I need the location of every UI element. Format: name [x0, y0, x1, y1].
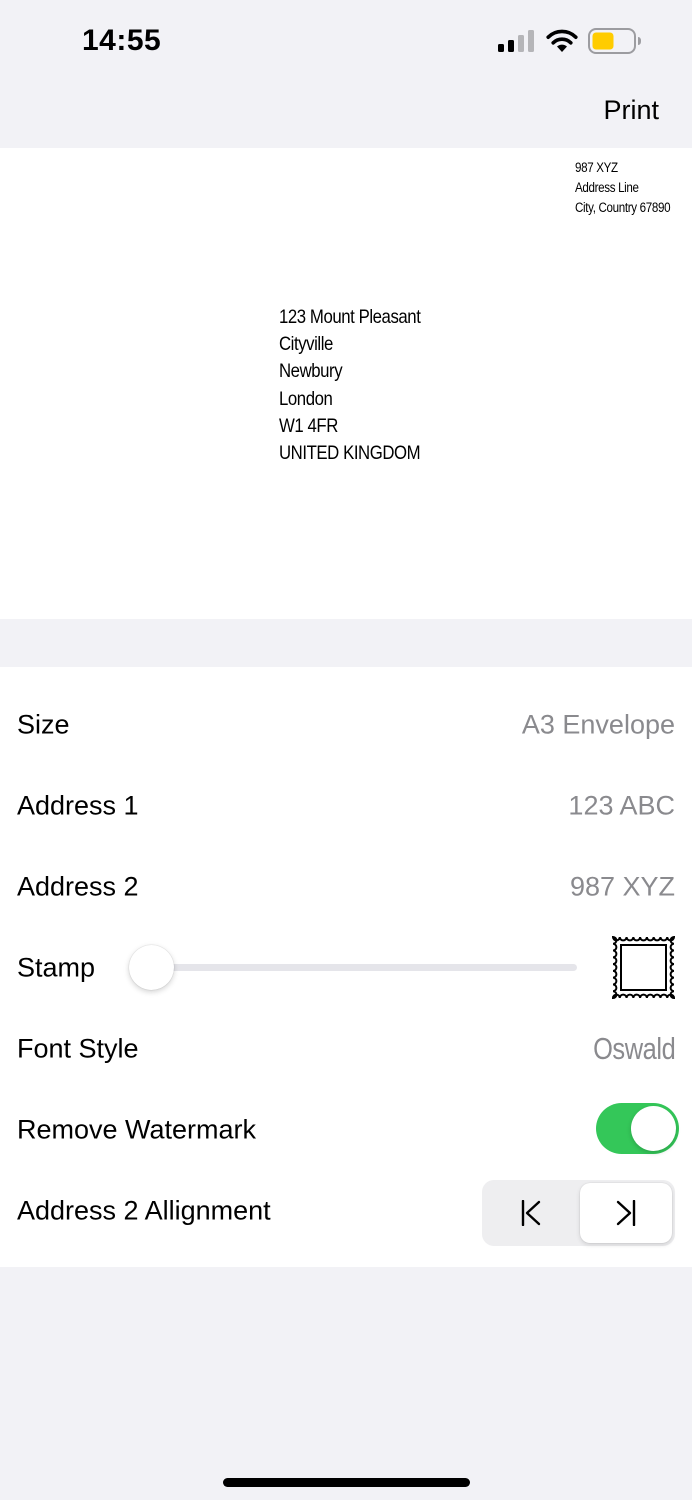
- align-right-segment[interactable]: [580, 1183, 672, 1243]
- settings-list: Size A3 Envelope Address 1 123 ABC Addre…: [0, 667, 692, 1267]
- status-time: 14:55: [82, 24, 162, 57]
- home-indicator: [223, 1478, 470, 1487]
- recipient-address-line: London: [279, 387, 333, 410]
- return-address: 987 XYZ Address Line City, Country 67890: [575, 158, 671, 218]
- return-address-line: Address Line: [575, 180, 639, 195]
- font-style-value[interactable]: Oswald: [593, 1031, 676, 1067]
- recipient-address-line: 123 Mount Pleasant: [279, 306, 421, 328]
- cellular-signal-icon: [498, 30, 534, 52]
- address1-label: Address 1: [17, 790, 139, 820]
- address2-label: Address 2: [17, 871, 139, 901]
- recipient-address: 123 Mount Pleasant Cityville Newbury Lon…: [279, 304, 421, 467]
- address2-row[interactable]: Address 2 987 XYZ: [0, 846, 692, 927]
- print-button[interactable]: Print: [603, 95, 659, 126]
- recipient-address-line: W1 4FR: [279, 414, 338, 437]
- remove-watermark-label: Remove Watermark: [17, 1114, 257, 1144]
- size-row[interactable]: Size A3 Envelope: [0, 684, 692, 765]
- stamp-row: Stamp: [0, 927, 692, 1008]
- address1-row[interactable]: Address 1 123 ABC: [0, 765, 692, 846]
- alignment-segmented-control: [482, 1180, 675, 1246]
- return-address-line: 987 XYZ: [575, 160, 618, 175]
- battery-level-fill: [592, 32, 614, 50]
- align-left-icon: [521, 1200, 541, 1226]
- align-left-segment[interactable]: [485, 1183, 577, 1243]
- stamp-slider-thumb[interactable]: [129, 945, 174, 990]
- size-label: Size: [17, 709, 70, 739]
- wifi-icon: [546, 29, 578, 52]
- recipient-address-line: UNITED KINGDOM: [279, 442, 421, 465]
- stamp-slider-track[interactable]: [151, 964, 577, 971]
- stamp-label: Stamp: [17, 952, 96, 982]
- recipient-address-line: Cityville: [279, 333, 333, 356]
- battery-icon: [588, 28, 641, 54]
- status-bar: 14:55: [0, 0, 692, 82]
- font-style-row[interactable]: Font Style Oswald: [0, 1008, 692, 1089]
- postage-stamp-icon: [611, 935, 676, 1000]
- remove-watermark-toggle[interactable]: [596, 1103, 679, 1154]
- address1-value[interactable]: 123 ABC: [568, 790, 675, 821]
- address2-value[interactable]: 987 XYZ: [570, 871, 675, 902]
- screen: 14:55 Print 987 XYZ Address Line City, C…: [0, 0, 692, 1500]
- font-style-label: Font Style: [17, 1033, 139, 1063]
- envelope-preview: 987 XYZ Address Line City, Country 67890…: [0, 148, 692, 619]
- navigation-bar: Print: [0, 82, 692, 148]
- alignment-label: Address 2 Allignment: [17, 1195, 271, 1225]
- alignment-row: Address 2 Allignment: [0, 1170, 692, 1251]
- align-right-icon: [616, 1200, 636, 1226]
- remove-watermark-row: Remove Watermark: [0, 1089, 692, 1170]
- recipient-address-line: Newbury: [279, 360, 343, 383]
- size-value[interactable]: A3 Envelope: [522, 709, 675, 740]
- return-address-line: City, Country 67890: [575, 200, 671, 215]
- toggle-knob: [631, 1106, 676, 1151]
